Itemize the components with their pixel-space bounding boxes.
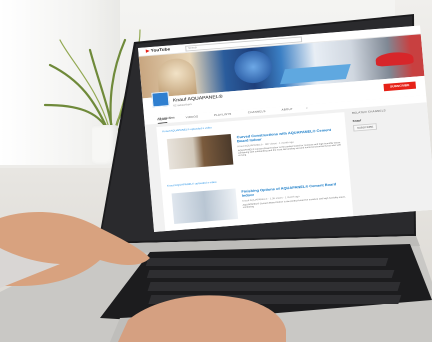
tab-playlists[interactable]: PLAYLISTS (214, 112, 232, 117)
left-hand (0, 212, 150, 288)
video-thumbnail[interactable] (166, 134, 234, 170)
main-content: Knauf AQUAPANEL® uploaded a video Curved… (144, 102, 432, 232)
channel-name[interactable]: Knauf AQUAPANEL® (173, 94, 223, 103)
related-subscribe-button[interactable]: SUBSCRIBE (352, 123, 378, 132)
tab-channels[interactable]: CHANNELS (248, 110, 266, 115)
youtube-logo-text: YouTube (150, 47, 171, 54)
subscriber-count: 62 subscribers (173, 102, 192, 108)
youtube-logo[interactable]: ▶ YouTube (146, 47, 171, 54)
post-label: Knauf AQUAPANEL® uploaded a video (166, 180, 217, 188)
channel-avatar[interactable] (151, 91, 170, 108)
banner-dome-image (233, 49, 274, 85)
related-heading: RELATED CHANNELS (351, 108, 386, 115)
right-hand (118, 295, 286, 342)
tab-about[interactable]: ABOUT (281, 107, 293, 111)
post-label: Knauf AQUAPANEL® uploaded a video (162, 125, 212, 134)
plant-pot (92, 125, 118, 165)
search-icon[interactable]: ⌕ (306, 106, 308, 109)
youtube-channel-page: ▶ YouTube Search Knauf AQUAPANEL® 62 sub… (138, 25, 432, 232)
related-channel-name[interactable]: Knauf (353, 114, 419, 123)
related-channels: RELATED CHANNELS Knauf SUBSCRIBE (352, 106, 422, 159)
activity-feed: Knauf AQUAPANEL® uploaded a video Curved… (156, 112, 354, 232)
tab-videos[interactable]: VIDEOS (186, 115, 199, 119)
banner-car-image (375, 51, 414, 67)
video-thumbnail[interactable] (171, 188, 239, 224)
subscribe-button[interactable]: SUBSCRIBE (383, 81, 417, 92)
banner-pool-image (280, 64, 351, 85)
